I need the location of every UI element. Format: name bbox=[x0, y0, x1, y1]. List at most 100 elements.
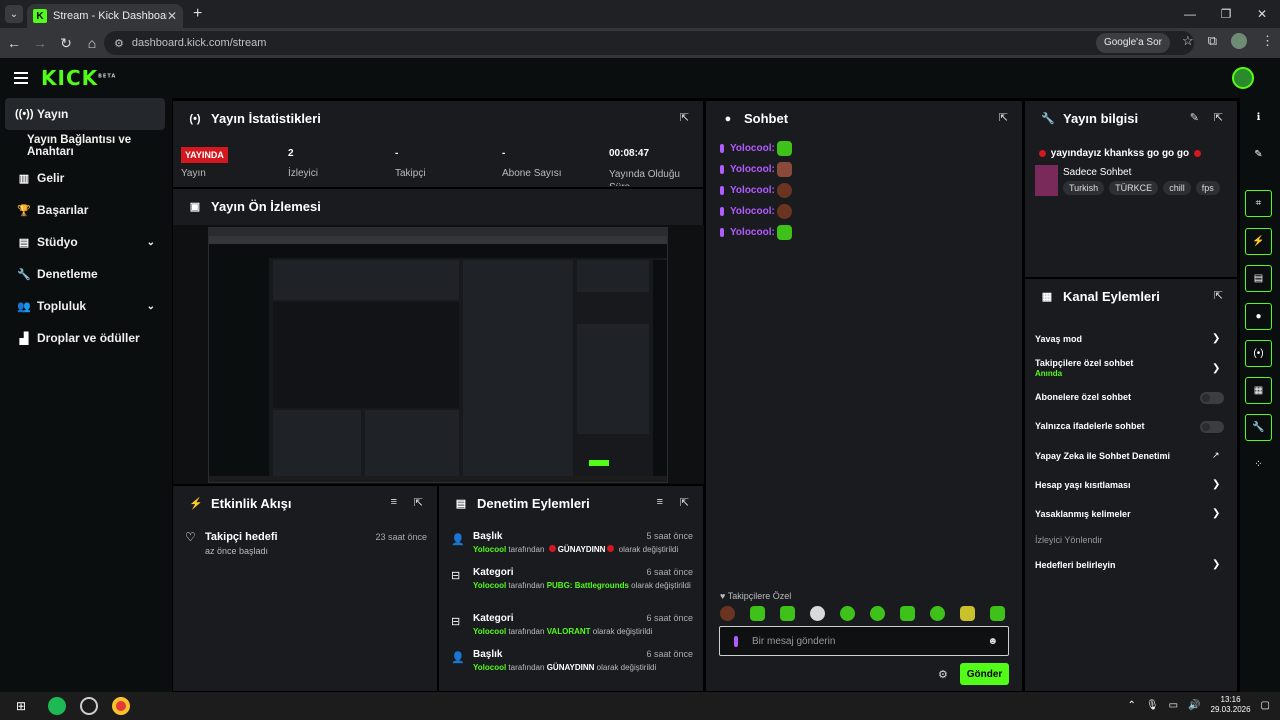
emote-icon[interactable] bbox=[750, 606, 765, 621]
slow-mode-item[interactable]: Yavaş mod bbox=[1035, 334, 1225, 344]
close-tab-icon[interactable]: ✕ bbox=[167, 9, 177, 23]
emoji-icon[interactable]: ☻ bbox=[987, 636, 998, 647]
filter-icon[interactable]: ≡ bbox=[657, 496, 663, 508]
sidebar-item-drops[interactable]: ▟ Droplar ve ödüller bbox=[5, 322, 165, 354]
expand-icon[interactable]: ⇱ bbox=[999, 111, 1008, 124]
filter-icon[interactable]: ≡ bbox=[391, 496, 397, 508]
user-avatar[interactable] bbox=[1232, 67, 1254, 89]
reload-icon[interactable]: ↻ bbox=[54, 35, 78, 52]
close-window-icon[interactable]: ✕ bbox=[1244, 0, 1280, 28]
lightning-icon[interactable]: ⚡ bbox=[1245, 228, 1272, 255]
obs-icon[interactable] bbox=[80, 697, 98, 715]
external-link-icon[interactable]: ↗ bbox=[1212, 450, 1220, 461]
send-button[interactable]: Gönder bbox=[960, 663, 1009, 685]
home-icon[interactable]: ⌂ bbox=[80, 35, 104, 51]
expand-icon[interactable]: ⇱ bbox=[1214, 111, 1223, 124]
emote-icon[interactable] bbox=[840, 606, 855, 621]
followers-only-item[interactable]: Takipçilere özel sohbet Anında bbox=[1035, 358, 1225, 378]
add-widget-icon[interactable]: ⁘ bbox=[1245, 451, 1272, 478]
screenshot-icon[interactable]: ⌗ bbox=[1245, 190, 1272, 217]
ask-google-button[interactable]: Google'a Sor bbox=[1095, 33, 1170, 53]
subs-only-toggle[interactable] bbox=[1200, 392, 1224, 404]
emote-icon[interactable] bbox=[900, 606, 915, 621]
followers-only-status: Anında bbox=[1035, 369, 1063, 378]
sidebar-item-stream[interactable]: ((•)) Yayın bbox=[5, 98, 165, 130]
emote-icon[interactable] bbox=[930, 606, 945, 621]
tag-chip[interactable]: fps bbox=[1195, 181, 1220, 195]
emote-icon[interactable] bbox=[870, 606, 885, 621]
set-goals-item[interactable]: Hedefleri belirleyin bbox=[1035, 560, 1225, 570]
sidebar-item-moderation[interactable]: 🔧 Denetleme bbox=[5, 258, 165, 290]
document-icon[interactable]: ▤ bbox=[1245, 265, 1272, 292]
bookmark-star-icon[interactable]: ☆ bbox=[1182, 33, 1194, 49]
chevron-right-icon[interactable]: ❯ bbox=[1212, 479, 1220, 490]
account-age-item[interactable]: Hesap yaşı kısıtlaması bbox=[1035, 480, 1225, 490]
tag-chip[interactable]: Turkish bbox=[1063, 181, 1105, 195]
chevron-right-icon[interactable]: ❯ bbox=[1212, 333, 1220, 344]
tab-search-icon[interactable]: ⌄ bbox=[5, 5, 23, 23]
volume-icon[interactable]: 🔊 bbox=[1188, 700, 1200, 711]
emote-icon[interactable] bbox=[720, 606, 735, 621]
banned-words-item[interactable]: Yasaklanmış kelimeler bbox=[1035, 509, 1225, 519]
emotes-only-toggle[interactable] bbox=[1200, 421, 1224, 433]
chat-message[interactable]: Yolocool: bbox=[720, 204, 792, 219]
ai-moderation-item[interactable]: Yapay Zeka ile Sohbet Denetimi bbox=[1035, 451, 1225, 461]
sidebar-item-community[interactable]: 👥 Topluluk ⌄ bbox=[5, 290, 165, 322]
sidebar-item-revenue[interactable]: ▥ Gelir bbox=[5, 162, 165, 194]
chat-message[interactable]: Yolocool: bbox=[720, 183, 792, 198]
url-input[interactable]: ⚙ dashboard.kick.com/stream bbox=[104, 31, 1194, 55]
monitor-icon[interactable]: ▭ bbox=[1169, 700, 1178, 711]
sidebar-item-achievements[interactable]: 🏆 Başarılar bbox=[5, 194, 165, 226]
browser-tab[interactable]: K Stream - Kick Dashboard ✕ bbox=[27, 4, 183, 28]
expand-icon[interactable]: ⇱ bbox=[680, 111, 689, 124]
expand-icon[interactable]: ⇱ bbox=[680, 496, 689, 509]
sidebar-item-stream-key[interactable]: Yayın Bağlantısı ve Anahtarı bbox=[5, 130, 175, 162]
chat-message-input[interactable]: Bir mesaj gönderin ☻ bbox=[719, 626, 1009, 656]
restore-icon[interactable]: ❐ bbox=[1208, 0, 1244, 28]
notification-icon[interactable]: ▢ bbox=[1261, 700, 1270, 711]
emote-icon[interactable] bbox=[780, 606, 795, 621]
chat-icon[interactable]: ● bbox=[1245, 303, 1272, 330]
chevron-right-icon[interactable]: ❯ bbox=[1212, 363, 1220, 374]
microphone-icon[interactable]: 🎙 bbox=[1146, 700, 1159, 711]
chevron-right-icon[interactable]: ❯ bbox=[1212, 508, 1220, 519]
tag-chip[interactable]: chill bbox=[1163, 181, 1191, 195]
clock-time: 13:16 bbox=[1220, 695, 1241, 704]
menu-icon[interactable] bbox=[14, 69, 28, 87]
preview-video[interactable] bbox=[173, 225, 704, 484]
emote-icon[interactable] bbox=[960, 606, 975, 621]
chat-message[interactable]: Yolocool: bbox=[720, 141, 792, 156]
edit-icon[interactable]: ✎ bbox=[1190, 111, 1199, 124]
forward-icon[interactable]: → bbox=[28, 35, 52, 51]
emote-icon[interactable] bbox=[810, 606, 825, 621]
chat-message[interactable]: Yolocool: bbox=[720, 162, 792, 177]
chrome-icon[interactable] bbox=[112, 697, 130, 715]
broadcast-icon: (•) bbox=[189, 112, 201, 125]
wrench-icon[interactable]: 🔧 bbox=[1245, 414, 1272, 441]
spotify-icon[interactable] bbox=[48, 697, 66, 715]
info-icon[interactable]: ℹ bbox=[1245, 104, 1272, 131]
chat-message[interactable]: Yolocool: bbox=[720, 225, 792, 240]
sidebar-item-studio[interactable]: ▤ Stüdyo ⌄ bbox=[5, 226, 165, 258]
browser-menu-icon[interactable]: ⋮ bbox=[1261, 33, 1274, 49]
chevron-right-icon[interactable]: ❯ bbox=[1212, 559, 1220, 570]
minimize-icon[interactable]: — bbox=[1172, 0, 1208, 28]
chevron-up-icon[interactable]: ⌃ bbox=[1128, 700, 1136, 711]
kick-logo[interactable]: KICKBETA bbox=[41, 66, 116, 90]
profile-avatar[interactable] bbox=[1231, 33, 1247, 49]
channel-actions-icon[interactable]: ▦ bbox=[1245, 377, 1272, 404]
new-tab-icon[interactable]: + bbox=[193, 5, 202, 23]
tag-chip[interactable]: TÜRKCE bbox=[1109, 181, 1159, 195]
expand-icon[interactable]: ⇱ bbox=[1214, 289, 1223, 302]
sidebar-item-label: Topluluk bbox=[37, 299, 87, 313]
extensions-icon[interactable]: ⧉ bbox=[1208, 33, 1217, 49]
edit-icon[interactable]: ✎ bbox=[1245, 141, 1272, 168]
site-info-icon[interactable]: ⚙ bbox=[114, 37, 124, 50]
broadcast-icon[interactable]: (•) bbox=[1245, 340, 1272, 367]
back-icon[interactable]: ← bbox=[2, 35, 26, 51]
expand-icon[interactable]: ⇱ bbox=[414, 496, 423, 509]
emote-icon[interactable] bbox=[990, 606, 1005, 621]
clock[interactable]: 13:16 29.03.2026 bbox=[1211, 695, 1251, 715]
windows-start-icon[interactable]: ⊞ bbox=[10, 695, 32, 717]
chat-settings-icon[interactable]: ⚙ bbox=[938, 668, 948, 681]
